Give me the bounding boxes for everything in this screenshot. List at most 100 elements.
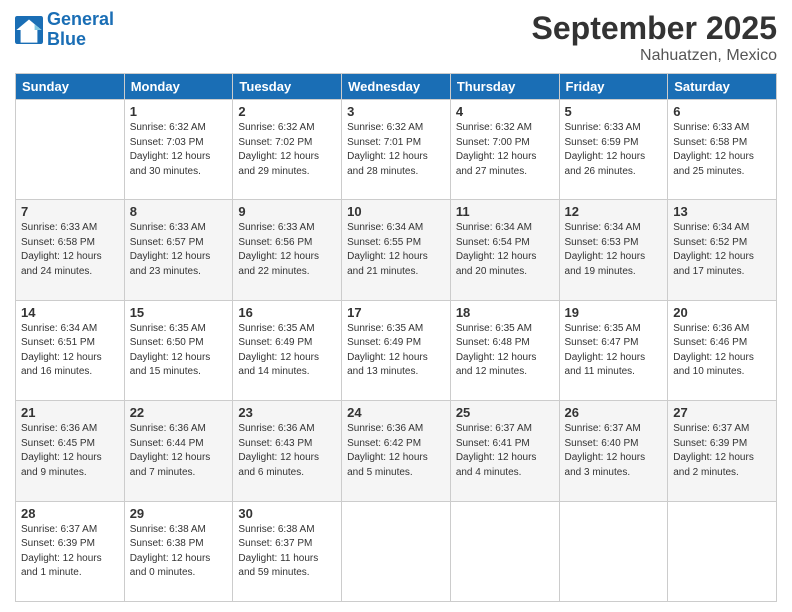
day-info: Sunrise: 6:37 AM Sunset: 6:39 PM Dayligh… xyxy=(673,422,771,480)
table-row: 21Sunrise: 6:36 AM Sunset: 6:45 PM Dayli… xyxy=(16,401,125,501)
table-row: 30Sunrise: 6:38 AM Sunset: 6:37 PM Dayli… xyxy=(233,501,342,601)
day-info: Sunrise: 6:34 AM Sunset: 6:52 PM Dayligh… xyxy=(673,221,771,279)
table-row: 6 Sunrise: 6:33 AM Sunset: 6:58 PM Daylig… xyxy=(668,100,777,200)
day-info: Sunrise: 6:32 AM Sunset: 7:01 PM Dayligh… xyxy=(347,121,445,179)
day-number: 8 xyxy=(130,204,228,219)
table-row: 29 Sunrise: 6:38 AM Sunset: 6:38 PM Dayli… xyxy=(124,501,233,601)
day-number: 29 xyxy=(130,506,228,521)
day-number: 12 xyxy=(565,204,663,219)
col-monday: Monday xyxy=(124,74,233,100)
table-row: 18Sunrise: 6:35 AM Sunset: 6:48 PM Dayli… xyxy=(450,300,559,400)
table-row: 24 Sunrise: 6:36 AM Sunset: 6:42 PM Dayli… xyxy=(342,401,451,501)
day-number: 1 xyxy=(130,104,228,119)
table-row xyxy=(450,501,559,601)
day-number: 19 xyxy=(565,305,663,320)
day-info: Sunrise: 6:36 AM Sunset: 6:45 PM Dayligh… xyxy=(21,422,119,480)
day-number: 24 xyxy=(347,405,445,420)
day-info: Sunrise: 6:34 AM Sunset: 6:54 PM Dayligh… xyxy=(456,221,554,279)
day-info: Sunrise: 6:34 AM Sunset: 6:51 PM Dayligh… xyxy=(21,322,119,380)
day-info: Sunrise: 6:34 AM Sunset: 6:55 PM Dayligh… xyxy=(347,221,445,279)
table-row: 10 Sunrise: 6:34 AM Sunset: 6:55 PM Dayli… xyxy=(342,200,451,300)
day-info: Sunrise: 6:37 AM Sunset: 6:39 PM Dayligh… xyxy=(21,523,119,581)
day-number: 15 xyxy=(130,305,228,320)
day-info: Sunrise: 6:38 AM Sunset: 6:38 PM Dayligh… xyxy=(130,523,228,581)
day-number: 28 xyxy=(21,506,119,521)
day-number: 9 xyxy=(238,204,336,219)
logo-text: General Blue xyxy=(47,10,114,50)
table-row: 14 Sunrise: 6:34 AM Sunset: 6:51 PM Dayli… xyxy=(16,300,125,400)
day-info: Sunrise: 6:33 AM Sunset: 6:58 PM Dayligh… xyxy=(673,121,771,179)
day-info: Sunrise: 6:35 AM Sunset: 6:50 PM Dayligh… xyxy=(130,322,228,380)
table-row xyxy=(668,501,777,601)
table-row: 11 Sunrise: 6:34 AM Sunset: 6:54 PM Dayli… xyxy=(450,200,559,300)
table-row: 22 Sunrise: 6:36 AM Sunset: 6:44 PM Dayli… xyxy=(124,401,233,501)
table-row: 4 Sunrise: 6:32 AM Sunset: 7:00 PM Daylig… xyxy=(450,100,559,200)
day-number: 25 xyxy=(456,405,554,420)
table-row: 7 Sunrise: 6:33 AM Sunset: 6:58 PM Daylig… xyxy=(16,200,125,300)
day-number: 7 xyxy=(21,204,119,219)
calendar-table: Sunday Monday Tuesday Wednesday Thursday… xyxy=(15,73,777,602)
day-info: Sunrise: 6:35 AM Sunset: 6:49 PM Dayligh… xyxy=(238,322,336,380)
table-row: 8 Sunrise: 6:33 AM Sunset: 6:57 PM Daylig… xyxy=(124,200,233,300)
calendar-week-2: 7 Sunrise: 6:33 AM Sunset: 6:58 PM Daylig… xyxy=(16,200,777,300)
day-number: 4 xyxy=(456,104,554,119)
day-number: 13 xyxy=(673,204,771,219)
calendar-week-4: 21Sunrise: 6:36 AM Sunset: 6:45 PM Dayli… xyxy=(16,401,777,501)
table-row: 17 Sunrise: 6:35 AM Sunset: 6:49 PM Dayli… xyxy=(342,300,451,400)
day-info: Sunrise: 6:36 AM Sunset: 6:44 PM Dayligh… xyxy=(130,422,228,480)
day-info: Sunrise: 6:33 AM Sunset: 6:56 PM Dayligh… xyxy=(238,221,336,279)
page: General Blue September 2025 Nahuatzen, M… xyxy=(0,0,792,612)
table-row: 19Sunrise: 6:35 AM Sunset: 6:47 PM Dayli… xyxy=(559,300,668,400)
table-row: 25Sunrise: 6:37 AM Sunset: 6:41 PM Dayli… xyxy=(450,401,559,501)
calendar-week-1: 1Sunrise: 6:32 AM Sunset: 7:03 PM Daylig… xyxy=(16,100,777,200)
table-row: 12 Sunrise: 6:34 AM Sunset: 6:53 PM Dayli… xyxy=(559,200,668,300)
table-row: 16 Sunrise: 6:35 AM Sunset: 6:49 PM Dayli… xyxy=(233,300,342,400)
day-number: 18 xyxy=(456,305,554,320)
header: General Blue September 2025 Nahuatzen, M… xyxy=(15,10,777,65)
day-number: 22 xyxy=(130,405,228,420)
day-number: 23 xyxy=(238,405,336,420)
table-row xyxy=(559,501,668,601)
calendar-week-3: 14 Sunrise: 6:34 AM Sunset: 6:51 PM Dayli… xyxy=(16,300,777,400)
col-thursday: Thursday xyxy=(450,74,559,100)
day-number: 10 xyxy=(347,204,445,219)
day-info: Sunrise: 6:36 AM Sunset: 6:42 PM Dayligh… xyxy=(347,422,445,480)
day-number: 14 xyxy=(21,305,119,320)
table-row: 13 Sunrise: 6:34 AM Sunset: 6:52 PM Dayli… xyxy=(668,200,777,300)
logo: General Blue xyxy=(15,10,114,50)
col-tuesday: Tuesday xyxy=(233,74,342,100)
day-info: Sunrise: 6:36 AM Sunset: 6:43 PM Dayligh… xyxy=(238,422,336,480)
month-title: September 2025 xyxy=(532,10,777,47)
day-number: 11 xyxy=(456,204,554,219)
table-row: 1Sunrise: 6:32 AM Sunset: 7:03 PM Daylig… xyxy=(124,100,233,200)
col-friday: Friday xyxy=(559,74,668,100)
location: Nahuatzen, Mexico xyxy=(532,47,777,65)
table-row: 28 Sunrise: 6:37 AM Sunset: 6:39 PM Dayli… xyxy=(16,501,125,601)
day-info: Sunrise: 6:33 AM Sunset: 6:58 PM Dayligh… xyxy=(21,221,119,279)
day-info: Sunrise: 6:32 AM Sunset: 7:02 PM Dayligh… xyxy=(238,121,336,179)
table-row: 20Sunrise: 6:36 AM Sunset: 6:46 PM Dayli… xyxy=(668,300,777,400)
day-info: Sunrise: 6:32 AM Sunset: 7:00 PM Dayligh… xyxy=(456,121,554,179)
day-number: 16 xyxy=(238,305,336,320)
day-info: Sunrise: 6:34 AM Sunset: 6:53 PM Dayligh… xyxy=(565,221,663,279)
day-number: 17 xyxy=(347,305,445,320)
col-saturday: Saturday xyxy=(668,74,777,100)
day-number: 5 xyxy=(565,104,663,119)
title-block: September 2025 Nahuatzen, Mexico xyxy=(532,10,777,65)
col-wednesday: Wednesday xyxy=(342,74,451,100)
day-info: Sunrise: 6:35 AM Sunset: 6:49 PM Dayligh… xyxy=(347,322,445,380)
table-row: 9 Sunrise: 6:33 AM Sunset: 6:56 PM Daylig… xyxy=(233,200,342,300)
table-row: 26Sunrise: 6:37 AM Sunset: 6:40 PM Dayli… xyxy=(559,401,668,501)
day-number: 3 xyxy=(347,104,445,119)
day-number: 6 xyxy=(673,104,771,119)
day-number: 27 xyxy=(673,405,771,420)
day-info: Sunrise: 6:33 AM Sunset: 6:57 PM Dayligh… xyxy=(130,221,228,279)
table-row: 15 Sunrise: 6:35 AM Sunset: 6:50 PM Dayli… xyxy=(124,300,233,400)
table-row xyxy=(16,100,125,200)
day-number: 26 xyxy=(565,405,663,420)
table-row: 23 Sunrise: 6:36 AM Sunset: 6:43 PM Dayli… xyxy=(233,401,342,501)
day-info: Sunrise: 6:38 AM Sunset: 6:37 PM Dayligh… xyxy=(238,523,336,581)
day-info: Sunrise: 6:33 AM Sunset: 6:59 PM Dayligh… xyxy=(565,121,663,179)
table-row xyxy=(342,501,451,601)
day-number: 2 xyxy=(238,104,336,119)
